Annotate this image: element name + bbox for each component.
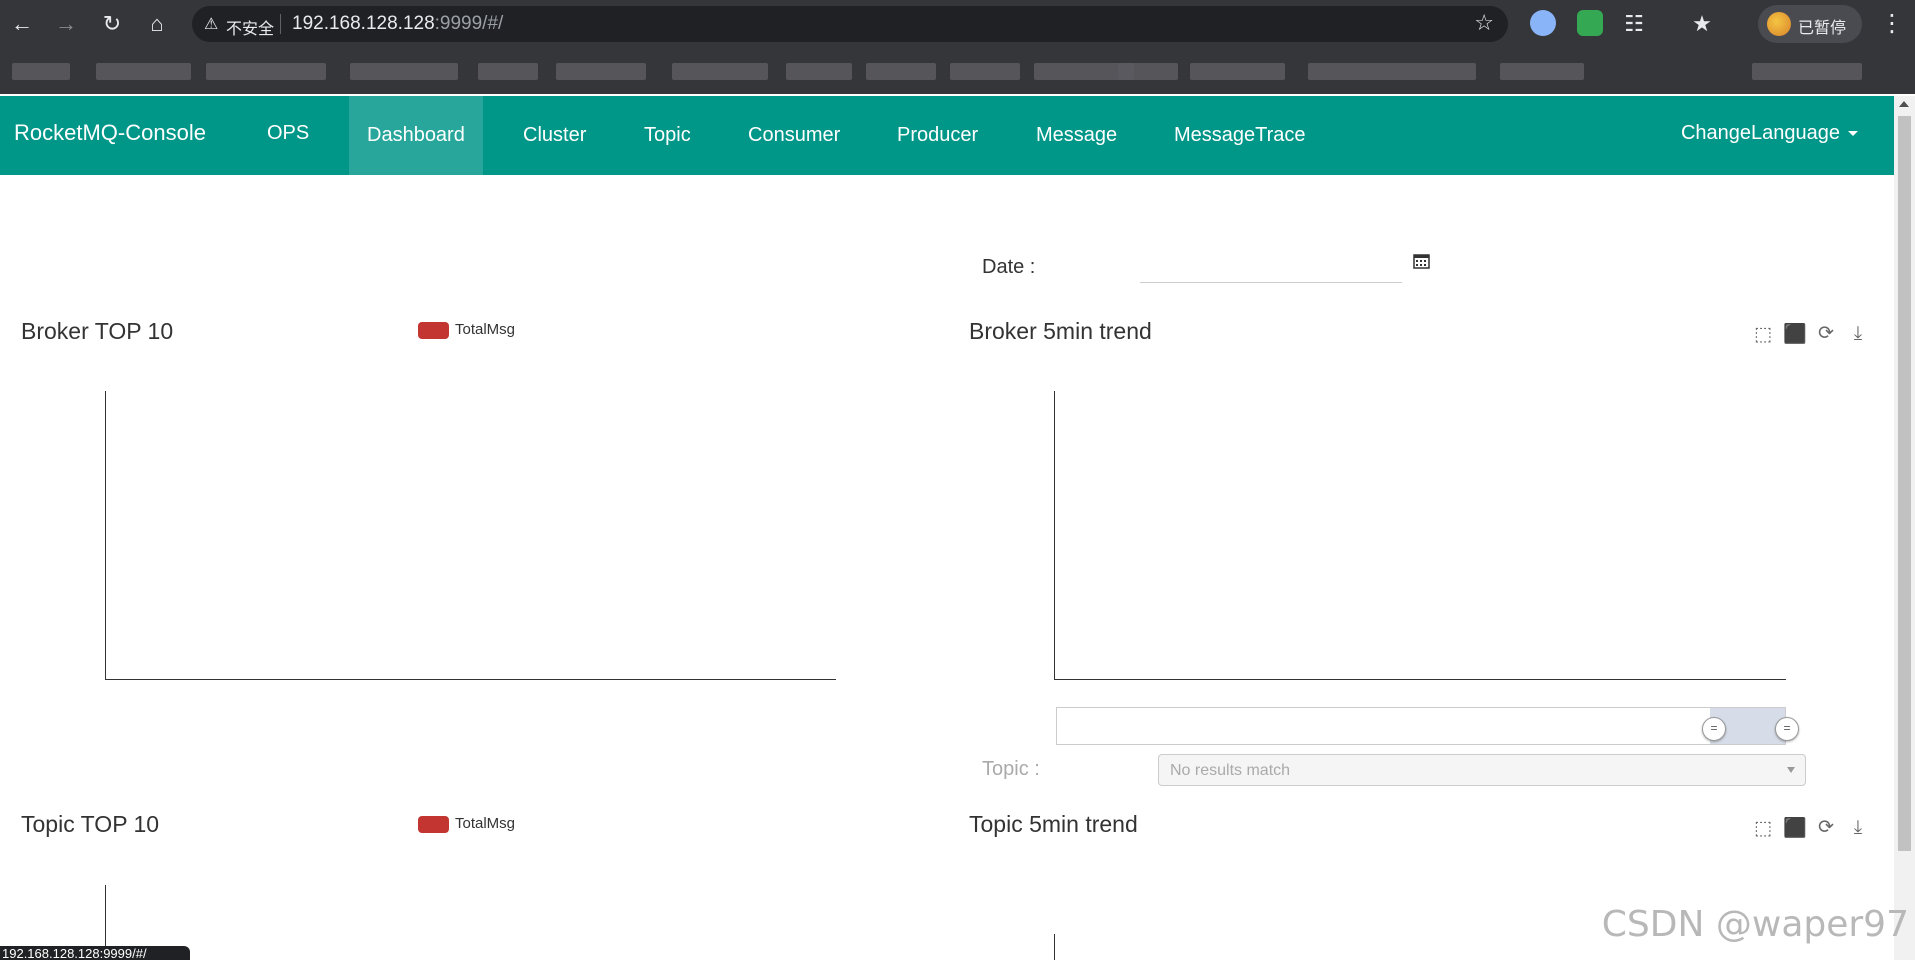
- bookmark-item[interactable]: [950, 63, 1020, 80]
- nav-consumer[interactable]: Consumer: [730, 96, 858, 175]
- broker-trend-chart-axes: [1054, 391, 1786, 680]
- bookmark-item[interactable]: [1308, 63, 1476, 80]
- datazoom-handle-right[interactable]: =: [1775, 717, 1799, 741]
- nav-ops[interactable]: OPS: [249, 96, 327, 175]
- url-path: :9999/#/: [434, 13, 504, 34]
- page-scrollbar[interactable]: [1894, 96, 1915, 960]
- caret-down-icon: [1848, 131, 1858, 137]
- more-menu-icon[interactable]: ⋮: [1880, 9, 1904, 38]
- bookmark-item[interactable]: [206, 63, 326, 80]
- date-input[interactable]: [1140, 250, 1402, 283]
- app-navbar: RocketMQ-Console OPS Dashboard Cluster T…: [0, 96, 1894, 175]
- restore-icon[interactable]: ⟳: [1815, 817, 1837, 839]
- legend-label: TotalMsg: [455, 815, 516, 832]
- nav-dashboard[interactable]: Dashboard: [349, 96, 483, 175]
- zoom-icon[interactable]: ⬚: [1752, 324, 1774, 346]
- legend-label: TotalMsg: [455, 321, 516, 338]
- address-bar[interactable]: ⚠ 不安全 192.168.128.128:9999/#/ ☆: [192, 6, 1508, 42]
- topic-select[interactable]: No results match: [1158, 754, 1806, 786]
- browser-toolbar: ← → ↻ ⌂ ⚠ 不安全 192.168.128.128:9999/#/ ☆ …: [0, 0, 1915, 48]
- bookmark-item[interactable]: [1500, 63, 1584, 80]
- nav-producer[interactable]: Producer: [879, 96, 996, 175]
- datazoom-slider[interactable]: [1056, 707, 1786, 745]
- avatar: [1767, 12, 1791, 36]
- topic-top10-legend[interactable]: TotalMsg: [418, 815, 515, 833]
- back-icon[interactable]: ←: [8, 10, 36, 38]
- divider: [280, 14, 281, 34]
- date-label: Date :: [982, 256, 1036, 278]
- topic-top10-title: Topic TOP 10: [21, 811, 160, 837]
- broker-top10-legend[interactable]: TotalMsg: [418, 321, 515, 339]
- bookmark-star-icon[interactable]: ☆: [1474, 10, 1494, 36]
- bookmark-item[interactable]: [12, 63, 70, 80]
- bookmarks-bar: [0, 48, 1915, 94]
- download-icon[interactable]: ⤓: [1847, 323, 1869, 345]
- bookmark-item[interactable]: [1190, 63, 1285, 80]
- bookmark-item[interactable]: [786, 63, 852, 80]
- watermark: CSDN @waper97: [1601, 904, 1909, 945]
- warning-icon: ⚠: [204, 16, 219, 33]
- forward-icon[interactable]: →: [52, 10, 80, 38]
- bookmark-item[interactable]: [478, 63, 538, 80]
- nav-topic[interactable]: Topic: [626, 96, 709, 175]
- zoom-reset-icon[interactable]: ⬛: [1783, 818, 1807, 840]
- extension-icon[interactable]: [1530, 10, 1556, 36]
- restore-icon[interactable]: ⟳: [1815, 323, 1837, 345]
- broker-trend-title: Broker 5min trend: [969, 318, 1152, 344]
- scroll-up-icon[interactable]: [1899, 101, 1909, 107]
- dropdown-arrow-icon: [1787, 767, 1795, 773]
- security-label[interactable]: 不安全: [226, 15, 274, 39]
- nav-cluster[interactable]: Cluster: [505, 96, 604, 175]
- bookmark-item[interactable]: [1118, 63, 1178, 80]
- download-icon[interactable]: ⤓: [1847, 817, 1869, 839]
- broker-top10-chart-axes: [105, 391, 836, 680]
- home-icon[interactable]: ⌂: [143, 10, 171, 38]
- url-text[interactable]: 192.168.128.128:9999/#/: [292, 13, 503, 35]
- zoom-icon[interactable]: ⬚: [1752, 818, 1774, 840]
- shield-extension-icon[interactable]: [1577, 10, 1603, 36]
- bookmark-item[interactable]: [96, 63, 191, 80]
- topic-select-placeholder: No results match: [1170, 762, 1291, 779]
- calendar-icon[interactable]: [1413, 253, 1430, 269]
- extensions-puzzle-icon[interactable]: ☷: [1620, 10, 1648, 38]
- datazoom-handle-left[interactable]: =: [1702, 717, 1726, 741]
- topic-trend-title: Topic 5min trend: [969, 811, 1138, 837]
- bookmarks-icon[interactable]: ★: [1688, 10, 1716, 38]
- legend-swatch: [418, 815, 449, 833]
- profile-button[interactable]: 已暂停: [1758, 5, 1862, 43]
- bookmark-item[interactable]: [1752, 63, 1862, 80]
- nav-message[interactable]: Message: [1018, 96, 1135, 175]
- bookmark-item[interactable]: [672, 63, 768, 80]
- legend-swatch: [418, 321, 449, 339]
- bookmark-item[interactable]: [556, 63, 646, 80]
- bookmark-item[interactable]: [350, 63, 458, 80]
- status-bar-url: 192.168.128.128:9999/#/: [0, 946, 190, 960]
- bookmark-item[interactable]: [866, 63, 936, 80]
- topic-label: Topic :: [982, 758, 1040, 780]
- broker-top10-title: Broker TOP 10: [21, 318, 174, 344]
- reload-icon[interactable]: ↻: [98, 10, 126, 38]
- profile-status: 已暂停: [1798, 18, 1847, 37]
- change-language-dropdown[interactable]: ChangeLanguage: [1681, 96, 1858, 170]
- zoom-reset-icon[interactable]: ⬛: [1783, 324, 1807, 346]
- change-language-label: ChangeLanguage: [1680, 122, 1840, 144]
- topic-trend-chart-axes: [1054, 934, 1056, 960]
- url-host: 192.168.128.128: [292, 13, 435, 34]
- scrollbar-thumb[interactable]: [1898, 116, 1911, 851]
- nav-messagetrace[interactable]: MessageTrace: [1156, 96, 1324, 175]
- brand-logo[interactable]: RocketMQ-Console: [14, 120, 206, 146]
